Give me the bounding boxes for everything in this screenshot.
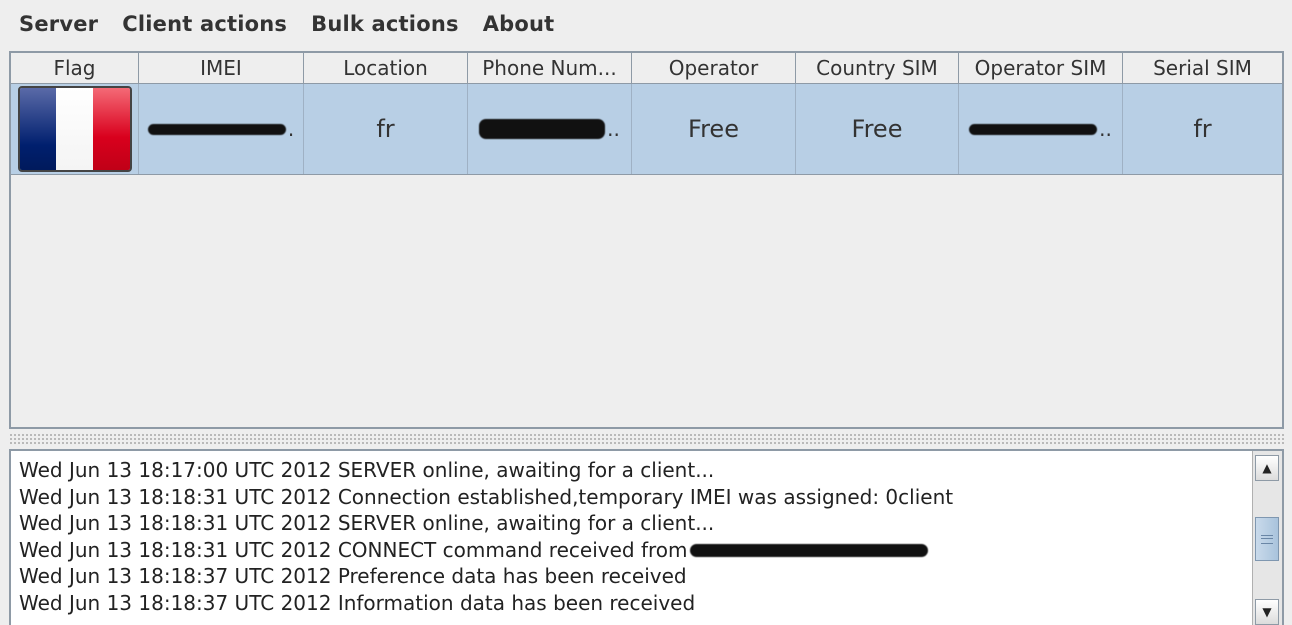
scrollbar-thumb[interactable] (1255, 517, 1279, 561)
cell-operator-sim: .. (959, 84, 1123, 174)
cell-flag (11, 84, 139, 174)
column-header-country-sim[interactable]: Country SIM (796, 53, 959, 83)
column-header-location[interactable]: Location (304, 53, 468, 83)
log-line: Wed Jun 13 18:18:37 UTC 2012 Preference … (19, 564, 687, 588)
menu-bar: Server Client actions Bulk actions About (0, 0, 1292, 48)
menu-client-actions[interactable]: Client actions (122, 12, 287, 36)
column-header-serial-sim[interactable]: Serial SIM (1123, 53, 1282, 83)
cell-operator: Free (632, 84, 796, 174)
log-line-connect: Wed Jun 13 18:18:31 UTC 2012 CONNECT com… (19, 537, 1248, 564)
log-line: Wed Jun 13 18:18:37 UTC 2012 Information… (19, 590, 696, 615)
log-text-area[interactable]: Wed Jun 13 18:17:00 UTC 2012 SERVER onli… (19, 457, 1248, 616)
redacted-phone-number (479, 119, 606, 139)
cell-serial-sim: fr (1193, 115, 1212, 143)
table-row[interactable]: . fr .. Free Free .. fr (11, 84, 1282, 175)
redacted-client-address (689, 543, 928, 557)
split-pane-divider[interactable] (9, 433, 1284, 445)
log-line: Wed Jun 13 18:18:31 UTC 2012 SERVER onli… (19, 511, 715, 535)
scroll-up-icon[interactable]: ▲ (1255, 455, 1279, 481)
log-panel: Wed Jun 13 18:17:00 UTC 2012 SERVER onli… (9, 449, 1284, 625)
column-header-imei[interactable]: IMEI (139, 53, 304, 83)
redacted-imei (147, 123, 286, 135)
france-flag-icon (17, 86, 132, 172)
log-scrollbar[interactable]: ▲ ▼ (1252, 451, 1282, 625)
clients-table: Flag IMEI Location Phone Num... Operator… (9, 51, 1284, 429)
table-header: Flag IMEI Location Phone Num... Operator… (11, 53, 1282, 84)
column-header-flag[interactable]: Flag (11, 53, 139, 83)
redacted-operator-sim (969, 123, 1098, 135)
column-header-operator[interactable]: Operator (632, 53, 796, 83)
cell-phone-number: .. (468, 84, 632, 174)
column-header-phone-number[interactable]: Phone Num... (468, 53, 632, 83)
menu-server[interactable]: Server (19, 12, 98, 36)
menu-about[interactable]: About (483, 12, 555, 36)
column-header-operator-sim[interactable]: Operator SIM (959, 53, 1123, 83)
cell-country-sim: Free (796, 84, 959, 174)
menu-bulk-actions[interactable]: Bulk actions (311, 12, 459, 36)
cell-location: fr (304, 84, 468, 174)
log-line: Wed Jun 13 18:17:00 UTC 2012 SERVER onli… (19, 458, 715, 482)
scroll-down-icon[interactable]: ▼ (1255, 599, 1279, 625)
log-line: Wed Jun 13 18:18:31 UTC 2012 Connection … (19, 484, 954, 509)
cell-imei: . (139, 84, 304, 174)
